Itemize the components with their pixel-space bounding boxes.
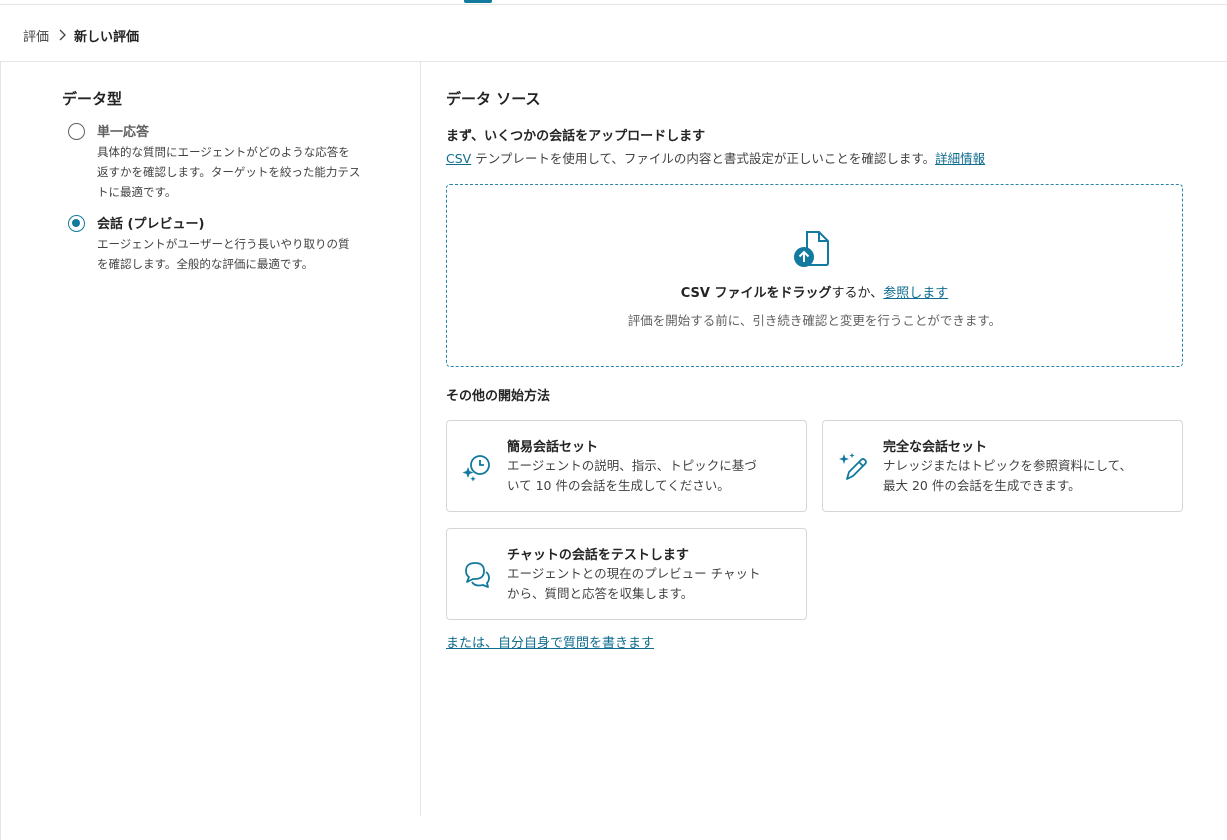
chat-bubbles-icon [465,562,490,588]
data-source-title: データ ソース [446,90,541,108]
file-upload-icon [794,231,829,267]
radio-circle-selected[interactable] [68,215,85,232]
radio-circle[interactable] [68,123,85,140]
sparkle-pen-icon [839,453,867,480]
csv-template-link[interactable]: CSV [446,151,471,166]
card-description: エージェントの説明、指示、トピックに基づ いて 10 件の会話を生成してください… [507,458,757,493]
card-title: 完全な会話セット [883,440,988,455]
upload-description: CSV テンプレートを使用して、ファイルの内容と書式設定が正しいことを確認します… [446,151,986,166]
learn-more-link[interactable]: 詳細情報 [935,151,985,166]
radio-label[interactable]: 会話 (プレビュー) [97,213,204,232]
dropzone-subtext: 評価を開始する前に、引き続き確認と変更を行うことができます。 [627,313,1002,328]
breadcrumb-current: 新しい評価 [74,29,140,45]
card-description: エージェントとの現在のプレビュー チャット から、質問と応答を収集します。 [507,566,761,601]
card-description: ナレッジまたはトピックを参照資料にして、 最大 20 件の会話を生成できます。 [883,458,1133,493]
panel-divider [420,62,421,816]
radio-description: エージェントがユーザーと行う長いやり取りの質 を確認します。全般的な評価に最適で… [97,237,350,271]
upload-title: まず、いくつかの会話をアップロードします [446,129,706,144]
browse-link[interactable]: 参照します [883,286,948,301]
card-title: チャットの会話をテストします [507,548,689,563]
write-own-questions-link[interactable]: または、自分自身で質問を書きます [446,632,654,651]
csv-dropzone[interactable]: CSV ファイルをドラッグするか、参照します 評価を開始する前に、引き続き確認と… [446,184,1183,367]
full-conversation-set-card[interactable]: 完全な会話セット ナレッジまたはトピックを参照資料にして、 最大 20 件の会話… [822,420,1183,512]
top-strip [0,0,1227,5]
header-divider [0,61,1227,62]
other-methods-title: その他の開始方法 [446,389,551,404]
test-chat-conversation-card[interactable]: チャットの会話をテストします エージェントとの現在のプレビュー チャット から、… [446,528,807,620]
radio-description: 具体的な質問にエージェントがどのような応答を 返すかを確認します。ターゲットを絞… [97,145,361,199]
data-type-title: データ型 [62,90,123,108]
active-tab-indicator [464,0,492,3]
chevron-right-icon [58,29,66,41]
left-border [0,62,1,840]
breadcrumb: 評価 新しい評価 [23,25,139,45]
breadcrumb-parent[interactable]: 評価 [23,26,49,45]
quick-conversation-set-card[interactable]: 簡易会話セット エージェントの説明、指示、トピックに基づ いて 10 件の会話を… [446,420,807,512]
card-title: 簡易会話セット [507,440,599,455]
sparkle-clock-icon [462,455,490,482]
dropzone-text: CSV ファイルをドラッグするか、参照します [680,286,949,301]
radio-label[interactable]: 単一応答 [97,121,149,140]
